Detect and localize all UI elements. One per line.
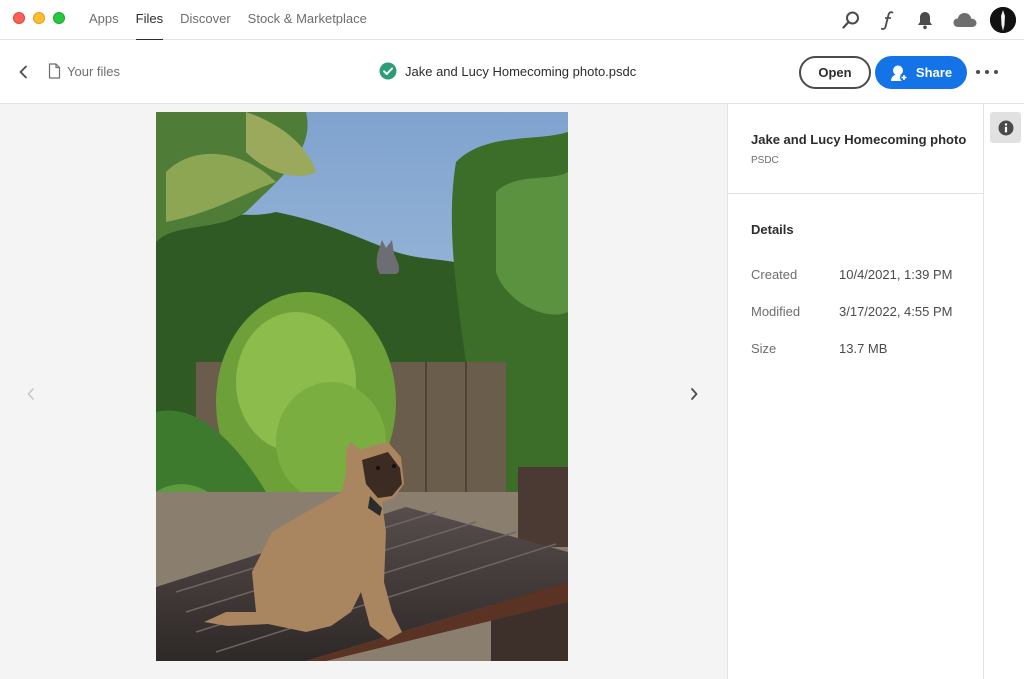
window-close-button[interactable]: [13, 12, 25, 24]
chevron-right-icon: [690, 388, 697, 400]
tab-files[interactable]: Files: [135, 0, 164, 41]
detail-row-modified: Modified 3/17/2022, 4:55 PM: [751, 304, 952, 319]
info-panel-button[interactable]: [990, 112, 1021, 143]
photo-image: [156, 112, 568, 661]
previous-file-button[interactable]: [22, 386, 38, 402]
tab-discover[interactable]: Discover: [180, 0, 231, 40]
document-icon: [48, 63, 61, 79]
info-icon: [998, 120, 1013, 135]
detail-label: Size: [751, 341, 777, 356]
open-button[interactable]: Open: [799, 56, 871, 89]
photo-preview: [156, 112, 568, 661]
breadcrumb[interactable]: Your files: [48, 63, 120, 79]
details-panel: Jake and Lucy Homecoming photo PSDC Deta…: [727, 104, 983, 679]
window-minimize-button[interactable]: [33, 12, 45, 24]
detail-label: Modified: [751, 304, 801, 319]
fonts-icon[interactable]: [876, 8, 900, 32]
detail-label: Created: [751, 267, 798, 282]
window-zoom-button[interactable]: [53, 12, 65, 24]
file-type: PSDC: [751, 155, 779, 166]
synced-check-icon: [379, 62, 397, 80]
file-title-text: Jake and Lucy Homecoming photo.psdc: [405, 63, 637, 79]
search-icon[interactable]: [839, 8, 863, 32]
more-dot-icon: [994, 70, 998, 74]
detail-row-created: Created 10/4/2021, 1:39 PM: [751, 267, 952, 282]
file-name: Jake and Lucy Homecoming photo: [751, 132, 967, 147]
right-rail: [983, 104, 1024, 679]
top-icons: [826, 0, 1016, 40]
tab-stock-marketplace[interactable]: Stock & Marketplace: [248, 0, 367, 40]
app-top-bar: Apps Files Discover Stock & Marketplace: [0, 0, 1024, 41]
chevron-left-icon: [19, 65, 27, 79]
main-nav: Apps Files Discover Stock & Marketplace: [89, 0, 384, 41]
next-file-button[interactable]: [686, 386, 702, 402]
avatar[interactable]: [990, 7, 1016, 33]
share-button[interactable]: Share: [875, 56, 967, 89]
more-options-button[interactable]: [976, 65, 998, 79]
breadcrumb-label: Your files: [67, 63, 120, 79]
detail-value: 13.7 MB: [839, 341, 888, 356]
chevron-left-icon: [27, 388, 34, 400]
cloud-icon[interactable]: [950, 8, 980, 32]
detail-value: 10/4/2021, 1:39 PM: [839, 267, 953, 282]
file-title: Jake and Lucy Homecoming photo.psdc: [379, 62, 636, 80]
detail-value: 3/17/2022, 4:55 PM: [839, 304, 953, 319]
details-heading: Details: [751, 222, 794, 237]
file-header-bar: Your files Jake and Lucy Homecoming phot…: [0, 40, 1024, 104]
window-controls: [13, 12, 65, 24]
detail-row-size: Size 13.7 MB: [751, 341, 887, 356]
tab-apps[interactable]: Apps: [89, 0, 119, 40]
add-user-icon: [890, 65, 908, 81]
back-button[interactable]: [14, 62, 32, 82]
share-button-label: Share: [915, 65, 953, 80]
more-dot-icon: [976, 70, 980, 74]
bell-icon[interactable]: [913, 8, 937, 32]
file-preview-area: [0, 104, 727, 679]
panel-header: Jake and Lucy Homecoming photo PSDC: [728, 104, 983, 194]
more-dot-icon: [985, 70, 989, 74]
